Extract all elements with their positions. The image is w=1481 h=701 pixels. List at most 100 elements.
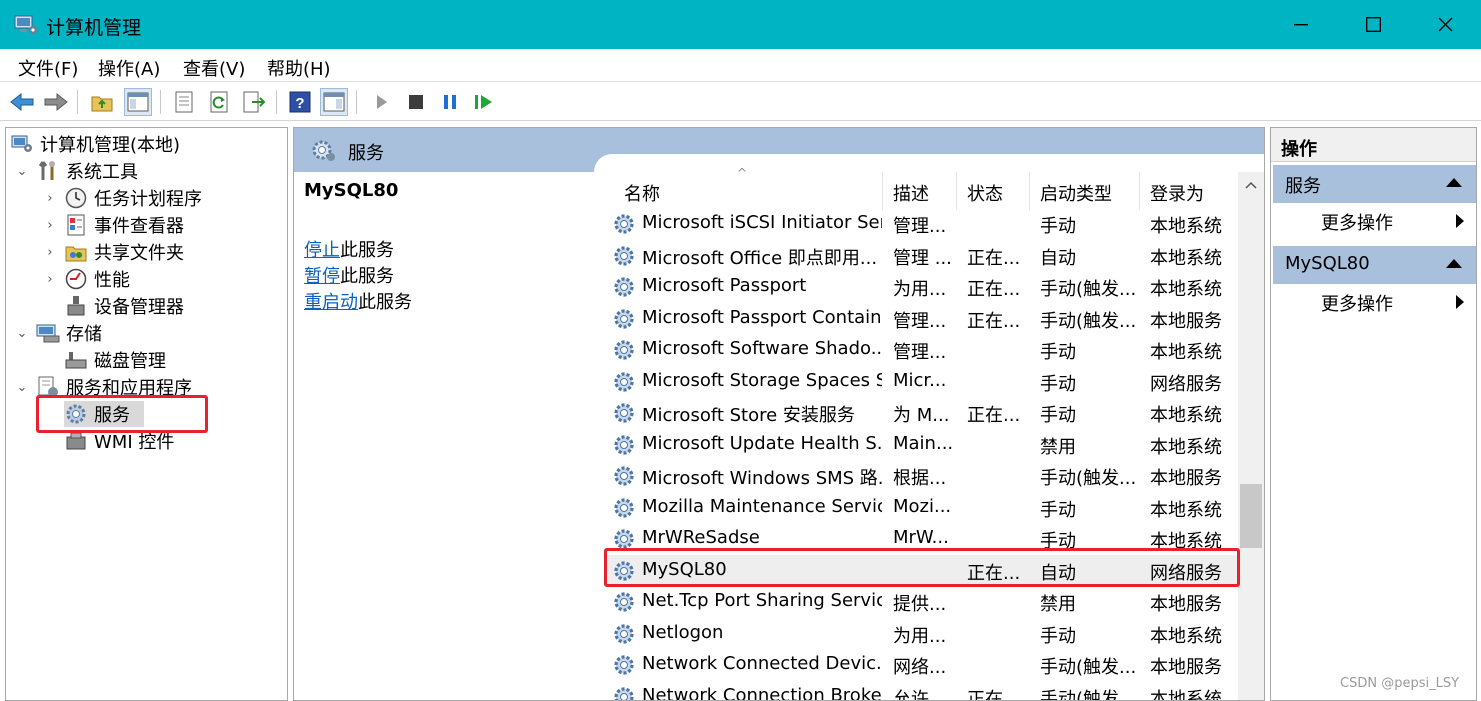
table-row[interactable]: Microsoft Store 安装服务 为 M... 正在... 手动 本地系统 (604, 397, 1244, 429)
collapse-arrow-icon[interactable] (1446, 259, 1462, 268)
vertical-scrollbar[interactable] (1238, 172, 1264, 700)
start-service-icon[interactable] (368, 88, 396, 116)
tree-item-event-viewer[interactable]: › 事件查看器 (42, 212, 184, 238)
column-description[interactable]: 描述 (893, 180, 929, 206)
tree-item-performance[interactable]: › 性能 (42, 266, 130, 292)
cell-name: Network Connected Devic... (642, 653, 882, 674)
column-status[interactable]: 状态 (967, 180, 1003, 206)
highlight-box-services (36, 395, 208, 433)
actions-group-services[interactable]: 服务 (1273, 165, 1476, 203)
tree-item-disk-management[interactable]: 磁盘管理 (42, 347, 166, 373)
menu-action[interactable]: 操作(A) (98, 55, 160, 81)
actions-group-mysql80[interactable]: MySQL80 (1273, 246, 1476, 284)
cell-logon: 本地系统 (1150, 499, 1222, 521)
refresh-icon[interactable] (206, 88, 234, 116)
table-row[interactable]: Mozilla Maintenance Service Mozi... 手动 本地系统 (604, 492, 1244, 524)
cell-name: Network Connection Broker (642, 684, 882, 701)
cell-name: Mozilla Maintenance Service (642, 495, 882, 517)
menu-file[interactable]: 文件(F) (18, 55, 78, 81)
cell-desc: MrW... (893, 527, 949, 548)
table-row[interactable]: Microsoft Update Health S... Main... 禁用 本地系… (604, 429, 1244, 461)
minimize-button[interactable] (1265, 0, 1337, 49)
pause-service-icon[interactable] (436, 88, 464, 116)
cell-name: Net.Tcp Port Sharing Service (642, 590, 882, 611)
help-icon[interactable]: ? (286, 88, 314, 116)
services-title: 服务 (348, 143, 384, 164)
tree-item-label: 设备管理器 (94, 297, 184, 318)
chevron-right-icon[interactable]: › (42, 245, 58, 260)
highlight-box-mysql (604, 548, 1240, 587)
cell-logon: 本地系统 (1150, 405, 1222, 426)
actions-pane: 操作 服务 更多操作 MySQL80 更多操作 (1270, 127, 1477, 701)
tree-item-task-scheduler[interactable]: › 任务计划程序 (42, 185, 202, 211)
tree-item-shared-folders[interactable]: › 共享文件夹 (42, 239, 184, 265)
table-row[interactable]: Microsoft Software Shado... 管理... 手动 本地系统 (604, 334, 1244, 366)
export-icon[interactable] (240, 88, 268, 116)
cell-logon: 本地系统 (1150, 342, 1222, 363)
chevron-right-icon[interactable]: › (42, 272, 58, 287)
menu-help[interactable]: 帮助(H) (267, 55, 331, 81)
tree-item-storage[interactable]: ⌄ 存储 (14, 320, 102, 346)
properties-icon[interactable] (170, 88, 198, 116)
table-row[interactable]: Netlogon 为用... 手动 本地系统 (604, 618, 1244, 650)
cell-startup: 手动 (1040, 499, 1076, 521)
table-row[interactable]: Microsoft Passport 为用... 正在... 手动(触发... 本地系统 (604, 271, 1244, 303)
table-row[interactable]: Microsoft iSCSI Initiator Ser... 管理... 手动 本… (604, 208, 1244, 240)
cell-logon: 本地系统 (1150, 216, 1222, 237)
cell-name: Microsoft Store 安装服务 (642, 405, 855, 426)
chevron-right-icon[interactable]: › (42, 191, 58, 206)
more-actions-services[interactable]: 更多操作 (1273, 203, 1476, 237)
table-row[interactable]: Microsoft Windows SMS 路... 根据... 手动(触发... 本… (604, 460, 1244, 492)
service-detail: MySQL80 停止此服务 暂停此服务 重启动此服务 (304, 180, 604, 313)
column-logon-as[interactable]: 登录为 (1150, 180, 1204, 206)
service-gear-icon (612, 496, 636, 520)
chevron-right-icon[interactable]: › (42, 218, 58, 233)
pause-service-action: 暂停此服务 (304, 266, 394, 287)
show-hide-action-pane-icon[interactable] (320, 88, 348, 116)
table-row[interactable]: Net.Tcp Port Sharing Service 提供... 禁用 本地服务 (604, 586, 1244, 618)
up-folder-icon[interactable] (88, 88, 116, 116)
services-pane: 服务 MySQL80 停止此服务 暂停此服务 重启动此服务 ^ 名称 描述 状态… (293, 127, 1265, 701)
collapse-arrow-icon[interactable] (1446, 178, 1462, 187)
close-button[interactable] (1409, 0, 1481, 49)
chevron-down-icon[interactable]: ⌄ (14, 326, 30, 341)
scroll-up-arrow-icon[interactable] (1238, 172, 1264, 198)
device-manager-icon (64, 295, 88, 317)
cell-startup: 手动(触发... (1040, 310, 1136, 332)
more-actions-mysql80[interactable]: 更多操作 (1273, 284, 1476, 318)
tree-root[interactable]: 计算机管理(本地) (10, 131, 180, 157)
table-row[interactable]: Microsoft Passport Container 管理... 正在... 手动… (604, 303, 1244, 335)
clock-icon (64, 187, 88, 209)
table-row[interactable]: Network Connection Broker 允许 ... 正在... 手动(触… (604, 681, 1244, 701)
stop-service-icon[interactable] (402, 88, 430, 116)
pause-link[interactable]: 暂停 (304, 266, 340, 287)
cell-logon: 本地系统 (1150, 436, 1222, 458)
tree-item-system-tools[interactable]: ⌄ 系统工具 (14, 158, 138, 184)
menu-view[interactable]: 查看(V) (183, 55, 245, 81)
scrollbar-thumb[interactable] (1240, 484, 1262, 548)
service-gear-icon (612, 212, 636, 236)
maximize-button[interactable] (1337, 0, 1409, 49)
show-hide-tree-icon[interactable] (124, 88, 152, 116)
cell-startup: 禁用 (1040, 436, 1076, 458)
cell-startup: 手动 (1040, 625, 1076, 647)
restart-service-icon[interactable] (470, 88, 498, 116)
stop-link[interactable]: 停止 (304, 240, 340, 261)
table-row[interactable]: Network Connected Devic... 网络... 手动(触发... 本… (604, 649, 1244, 681)
service-gear-icon (612, 433, 636, 457)
restart-link[interactable]: 重启动 (304, 292, 358, 313)
submenu-arrow-icon (1456, 214, 1464, 228)
chevron-down-icon[interactable]: ⌄ (14, 380, 30, 395)
chevron-down-icon[interactable]: ⌄ (14, 164, 30, 179)
table-row[interactable]: Microsoft Storage Spaces S... Micr... 手动 网络… (604, 366, 1244, 398)
cell-desc: 网络... (893, 657, 947, 678)
forward-icon[interactable] (42, 88, 70, 116)
column-startup-type[interactable]: 启动类型 (1040, 180, 1112, 206)
tools-icon (36, 160, 60, 182)
title-bar[interactable]: 计算机管理 (0, 0, 1481, 49)
tree-item-device-manager[interactable]: 设备管理器 (42, 293, 184, 319)
back-icon[interactable] (8, 88, 36, 116)
tree-item-label: 磁盘管理 (94, 351, 166, 372)
column-name[interactable]: 名称 (624, 180, 660, 206)
table-row[interactable]: Microsoft Office 即点即用... 管理 ... 正在... 自动 本地系… (604, 240, 1244, 272)
